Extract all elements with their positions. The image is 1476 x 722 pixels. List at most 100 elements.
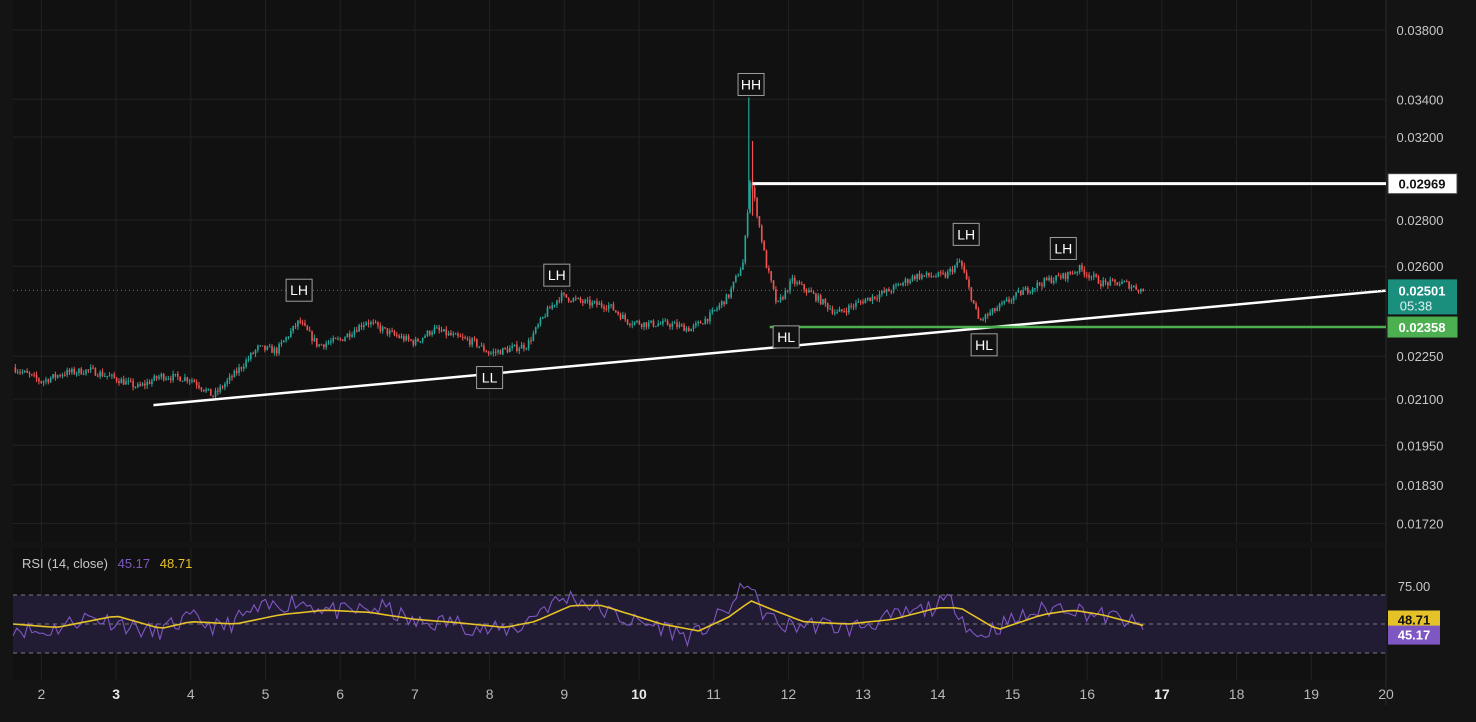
candle-body [895, 284, 897, 286]
candle-body [454, 333, 457, 335]
candle-body [346, 333, 349, 338]
chart-area[interactable]: LH LL LH HH HL LH HL LH 0.03800 0.03400 0.03200 0.… [0, 0, 1476, 717]
candle-body [1132, 285, 1135, 287]
candle-body [311, 331, 313, 341]
candle-body [838, 309, 841, 312]
time-tick-label: 16 [1079, 686, 1095, 702]
candle-body [556, 300, 558, 305]
swing-label-text: HH [741, 76, 761, 92]
candle-body [1088, 274, 1090, 278]
candle-body [829, 308, 831, 310]
candle-body [525, 348, 528, 350]
candle-body [391, 330, 393, 332]
candle-body [181, 380, 184, 382]
candle-body [744, 235, 747, 263]
candle-body [1027, 287, 1029, 293]
candle-body [511, 346, 514, 349]
candle-body [261, 345, 264, 347]
candle-body [268, 346, 271, 348]
candle-body [541, 316, 544, 319]
candle-body [160, 374, 163, 377]
candle-body [485, 350, 488, 353]
rsi-legend-label: RSI (14, close) [22, 556, 108, 571]
candle-body [400, 336, 403, 338]
candle-body [231, 376, 233, 378]
candle-body [266, 346, 269, 350]
candle-body [1104, 280, 1107, 283]
candle-body [141, 383, 144, 386]
candle-body [306, 325, 309, 331]
candle-body [1071, 273, 1074, 275]
candle-body [280, 342, 283, 345]
candle-body [165, 378, 167, 380]
candle-body [617, 311, 619, 315]
candle-body [546, 307, 549, 317]
candle-body [492, 351, 495, 354]
candle-body [245, 360, 247, 367]
candle-body [1092, 274, 1095, 277]
time-tick-label: 9 [560, 686, 568, 702]
candle-body [791, 277, 794, 281]
candle-body [553, 304, 556, 306]
candle-body [793, 277, 796, 284]
candle-body [591, 302, 594, 306]
candle-body [384, 327, 386, 329]
candle-body [224, 384, 226, 388]
candle-body [956, 262, 959, 266]
candle-body [909, 280, 911, 283]
candle-body [120, 379, 123, 384]
candle-body [683, 324, 685, 332]
candle-body [16, 371, 19, 373]
candle-body [567, 297, 570, 302]
candle-body [803, 284, 805, 290]
candle-body [367, 322, 370, 325]
candle-body [297, 320, 299, 327]
candle-body [348, 333, 351, 337]
candle-body [431, 332, 433, 335]
price-pane[interactable] [13, 0, 1386, 542]
candle-body [63, 374, 66, 376]
candle-body [127, 380, 130, 382]
candle-body [457, 333, 459, 336]
candle-body [111, 374, 113, 376]
candle-body [327, 342, 330, 344]
candle-body [640, 324, 643, 327]
candle-body [353, 330, 356, 335]
time-tick-label: 20 [1378, 686, 1394, 702]
candle-body [572, 298, 575, 302]
candle-body [527, 340, 530, 349]
candle-body [589, 299, 591, 306]
candle-body [414, 339, 417, 345]
candle-body [42, 381, 45, 383]
candle-body [379, 325, 382, 331]
candle-body [746, 212, 749, 236]
candle-body [678, 324, 681, 327]
chart-svg[interactable]: LH LL LH HH HL LH HL LH 0.03800 0.03400 0.03200 0.… [0, 0, 1476, 717]
candle-body [68, 369, 71, 373]
candle-body [96, 375, 99, 377]
candle-body [202, 389, 205, 392]
candle-body [264, 345, 266, 350]
candle-body [996, 308, 999, 312]
candle-body [459, 335, 462, 337]
candle-body [308, 330, 311, 332]
candle-body [666, 320, 669, 325]
candle-body [410, 339, 412, 341]
candle-body [831, 308, 834, 314]
candle-body [322, 344, 325, 348]
candle-body [1081, 265, 1083, 270]
candle-body [78, 368, 80, 373]
candle-body [702, 323, 704, 325]
time-tick-label: 15 [1005, 686, 1021, 702]
candle-body [949, 269, 951, 272]
candle-body [593, 301, 596, 303]
candle-body [574, 298, 577, 300]
rsi-legend[interactable]: RSI (14, close) 45.17 48.71 [22, 556, 198, 571]
candle-body [549, 307, 551, 309]
candle-body [504, 348, 506, 350]
candle-body [1017, 290, 1020, 293]
candle-body [645, 322, 648, 327]
candle-body [523, 344, 525, 349]
candle-body [452, 333, 455, 336]
candle-body [772, 280, 775, 290]
